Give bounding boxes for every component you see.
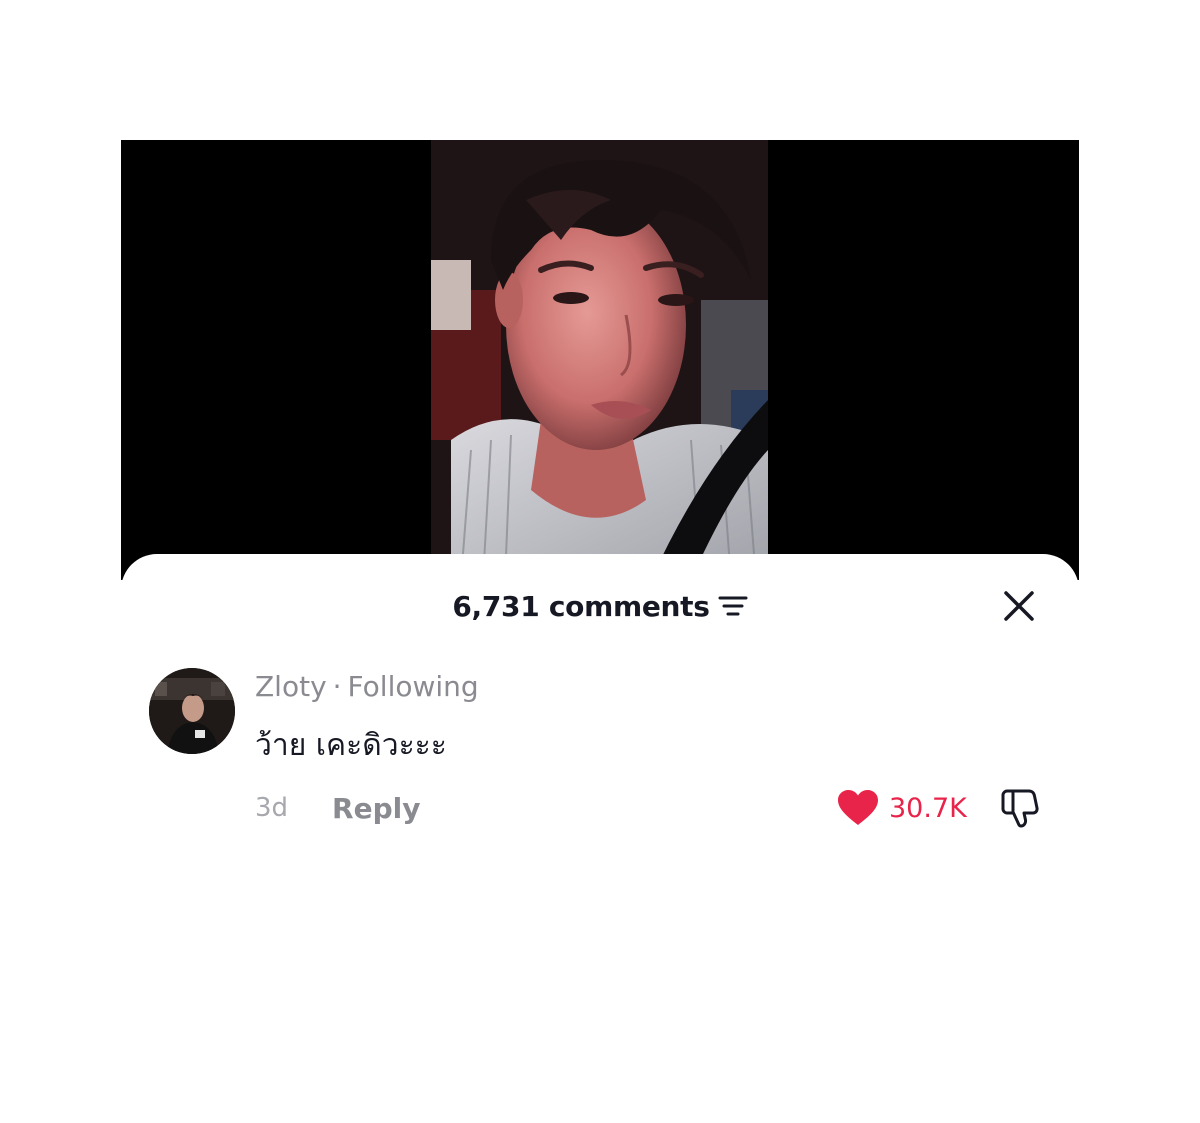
comments-count: 6,731 comments: [452, 589, 710, 623]
filter-lines-icon[interactable]: [718, 594, 748, 618]
comment-author-line: Zloty · Following: [255, 670, 479, 703]
comments-header: 6,731 comments: [121, 586, 1079, 626]
comment-text: ว้าย เคะดิวะะะ: [255, 728, 447, 763]
separator-dot: ·: [332, 670, 342, 703]
video-frame-illustration: [431, 140, 768, 580]
thumbs-down-icon[interactable]: [999, 787, 1041, 829]
tiktok-comment-card: 6,731 comments Zloty · Following ว้าย เค…: [121, 140, 1079, 1123]
heart-icon[interactable]: [837, 789, 879, 827]
avatar[interactable]: [149, 668, 235, 754]
comment-time: 3d: [255, 793, 289, 823]
reply-button[interactable]: Reply: [332, 792, 420, 825]
like-count: 30.7K: [889, 792, 967, 824]
following-label: Following: [347, 670, 479, 703]
comments-title[interactable]: 6,731 comments: [121, 586, 1079, 626]
comment-meta: 3d Reply: [255, 788, 421, 828]
video-thumbnail[interactable]: [431, 140, 768, 580]
close-x-icon[interactable]: [1001, 588, 1037, 624]
like-button[interactable]: 30.7K: [837, 788, 967, 828]
comments-sheet: 6,731 comments Zloty · Following ว้าย เค…: [121, 554, 1079, 1123]
comment-username[interactable]: Zloty: [255, 670, 327, 703]
video-player[interactable]: [121, 140, 1079, 580]
comment-item: Zloty · Following ว้าย เคะดิวะะะ 3d Reply …: [149, 668, 1049, 838]
